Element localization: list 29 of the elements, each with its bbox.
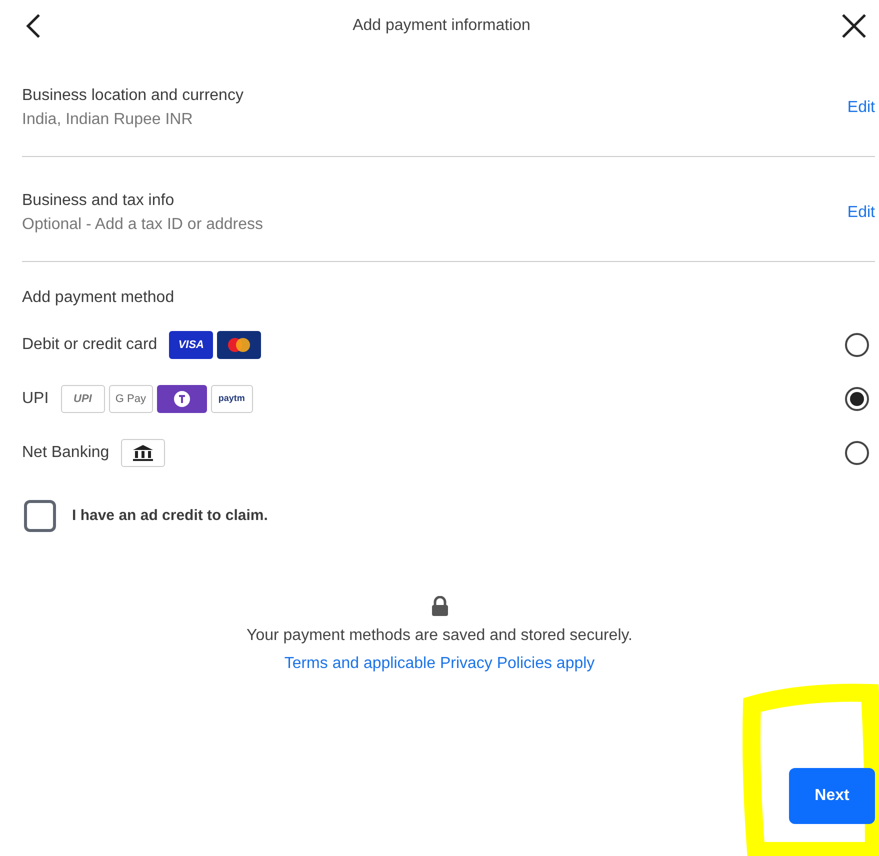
method-label: UPI — [22, 389, 49, 409]
bank-icon — [121, 439, 166, 467]
close-icon[interactable] — [841, 13, 867, 39]
terms-link[interactable]: Terms and applicable Privacy Policies apply — [284, 652, 595, 676]
back-icon[interactable] — [24, 13, 42, 39]
method-label: Debit or credit card — [22, 335, 158, 355]
section-heading: Add payment method — [22, 288, 176, 308]
paytm-logo: paytm — [210, 385, 253, 413]
section-subtitle: India, Indian Rupee INR — [22, 110, 194, 130]
edit-link[interactable]: Edit — [847, 96, 875, 120]
radio-button[interactable] — [845, 441, 869, 465]
upi-logo: UPI — [60, 385, 105, 413]
visa-logo: VISA — [169, 331, 214, 359]
mastercard-logo — [217, 331, 262, 359]
next-button[interactable]: Next — [789, 768, 875, 824]
radio-button[interactable] — [845, 387, 869, 411]
checkbox[interactable] — [24, 500, 56, 532]
radio-button[interactable] — [845, 333, 869, 357]
lock-icon — [430, 596, 448, 616]
security-note: Your payment methods are saved and stored securely. — [246, 626, 632, 646]
phonepe-logo — [156, 385, 207, 413]
section-title: Business location and currency — [22, 86, 244, 106]
checkbox-label: I have an ad credit to claim. — [72, 506, 268, 526]
gpay-logo: G Pay — [108, 385, 153, 413]
section-subtitle: Optional - Add a tax ID or address — [22, 215, 264, 235]
method-label: Net Banking — [22, 443, 110, 463]
page-title: Add payment information — [352, 16, 530, 36]
section-title: Business and tax info — [22, 191, 176, 211]
edit-link[interactable]: Edit — [847, 201, 875, 225]
